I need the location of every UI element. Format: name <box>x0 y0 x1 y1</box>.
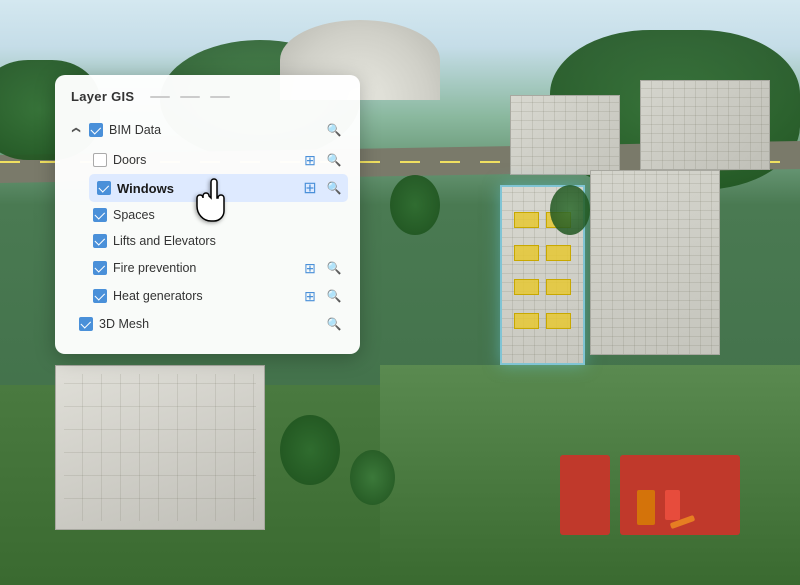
building-main-left-windows <box>64 374 256 521</box>
panel-decorators <box>150 95 230 98</box>
panel-title: Layer GIS <box>71 89 134 104</box>
checkbox-lifts-elevators[interactable] <box>93 234 107 248</box>
sport-court-2 <box>560 455 610 535</box>
layer-icons-fire-prevention: 🔍 <box>300 258 344 278</box>
search-icon-fire-prevention[interactable]: 🔍 <box>324 258 344 278</box>
checkbox-fire-prevention[interactable] <box>93 261 107 275</box>
decorator-line-1 <box>150 96 170 98</box>
layer-label-bim-data: BIM Data <box>109 123 318 137</box>
playground-slide <box>660 485 700 530</box>
panel-header: Layer GIS <box>71 89 344 104</box>
tree-cluster-2 <box>550 185 590 235</box>
layer-gis-panel: Layer GIS ❮ BIM Data 🔍 Doors 🔍 Windows ⊞… <box>55 75 360 354</box>
yellow-window-6 <box>546 279 571 295</box>
building-right-mid <box>590 170 720 355</box>
yellow-window-7 <box>514 313 539 329</box>
building-right-2 <box>510 95 620 175</box>
layer-item-spaces[interactable]: Spaces <box>71 202 344 228</box>
checkbox-spaces[interactable] <box>93 208 107 222</box>
search-icon-doors[interactable]: 🔍 <box>324 150 344 170</box>
layer-item-3d-mesh[interactable]: 3D Mesh 🔍 <box>71 310 344 338</box>
building-right-1-windows <box>641 81 769 169</box>
layer-item-doors[interactable]: Doors 🔍 <box>71 146 344 174</box>
layer-label-heat-generators: Heat generators <box>113 289 294 303</box>
checkbox-bim-data[interactable] <box>89 123 103 137</box>
layer-label-3d-mesh: 3D Mesh <box>99 317 318 331</box>
layer-icons-bim-data: 🔍 <box>324 120 344 140</box>
layer-label-spaces: Spaces <box>113 208 344 222</box>
layer-item-windows[interactable]: Windows ⊞ 🔍 <box>89 174 348 202</box>
building-right-2-windows <box>511 96 619 174</box>
layer-item-heat-generators[interactable]: Heat generators 🔍 <box>71 282 344 310</box>
table-icon-fire-prevention[interactable] <box>300 258 320 278</box>
layer-label-lifts-elevators: Lifts and Elevators <box>113 234 344 248</box>
layer-item-lifts-elevators[interactable]: Lifts and Elevators <box>71 228 344 254</box>
yellow-window-1 <box>514 212 539 228</box>
playground-post <box>637 490 655 525</box>
checkbox-doors[interactable] <box>93 153 107 167</box>
search-icon-windows[interactable]: 🔍 <box>324 178 344 198</box>
table-icon-windows[interactable]: ⊞ <box>300 178 320 198</box>
layer-icons-3d-mesh: 🔍 <box>324 314 344 334</box>
table-icon-doors[interactable] <box>300 150 320 170</box>
layer-icons-windows: ⊞ 🔍 <box>300 178 344 198</box>
search-icon-bim-data[interactable]: 🔍 <box>324 120 344 140</box>
tree-cluster-1 <box>390 175 440 235</box>
yellow-window-4 <box>546 245 571 261</box>
layer-icons-heat-generators: 🔍 <box>300 286 344 306</box>
building-right-1 <box>640 80 770 170</box>
layer-label-windows: Windows <box>117 181 294 196</box>
decorator-line-3 <box>210 96 230 98</box>
layer-item-fire-prevention[interactable]: Fire prevention 🔍 <box>71 254 344 282</box>
chevron-icon[interactable]: ❮ <box>71 124 83 136</box>
building-right-mid-windows <box>591 171 719 354</box>
checkbox-windows[interactable] <box>97 181 111 195</box>
tree-cluster-4 <box>350 450 395 505</box>
checkbox-heat-generators[interactable] <box>93 289 107 303</box>
yellow-window-5 <box>514 279 539 295</box>
search-icon-heat-generators[interactable]: 🔍 <box>324 286 344 306</box>
yellow-window-3 <box>514 245 539 261</box>
layer-label-fire-prevention: Fire prevention <box>113 261 294 275</box>
layer-label-doors: Doors <box>113 153 294 167</box>
checkbox-3d-mesh[interactable] <box>79 317 93 331</box>
layer-item-bim-data[interactable]: ❮ BIM Data 🔍 <box>71 116 344 144</box>
building-main-left <box>55 365 265 530</box>
yellow-window-8 <box>546 313 571 329</box>
tree-cluster-3 <box>280 415 340 485</box>
search-icon-3d-mesh[interactable]: 🔍 <box>324 314 344 334</box>
table-icon-heat-generators[interactable] <box>300 286 320 306</box>
decorator-line-2 <box>180 96 200 98</box>
layer-icons-doors: 🔍 <box>300 150 344 170</box>
